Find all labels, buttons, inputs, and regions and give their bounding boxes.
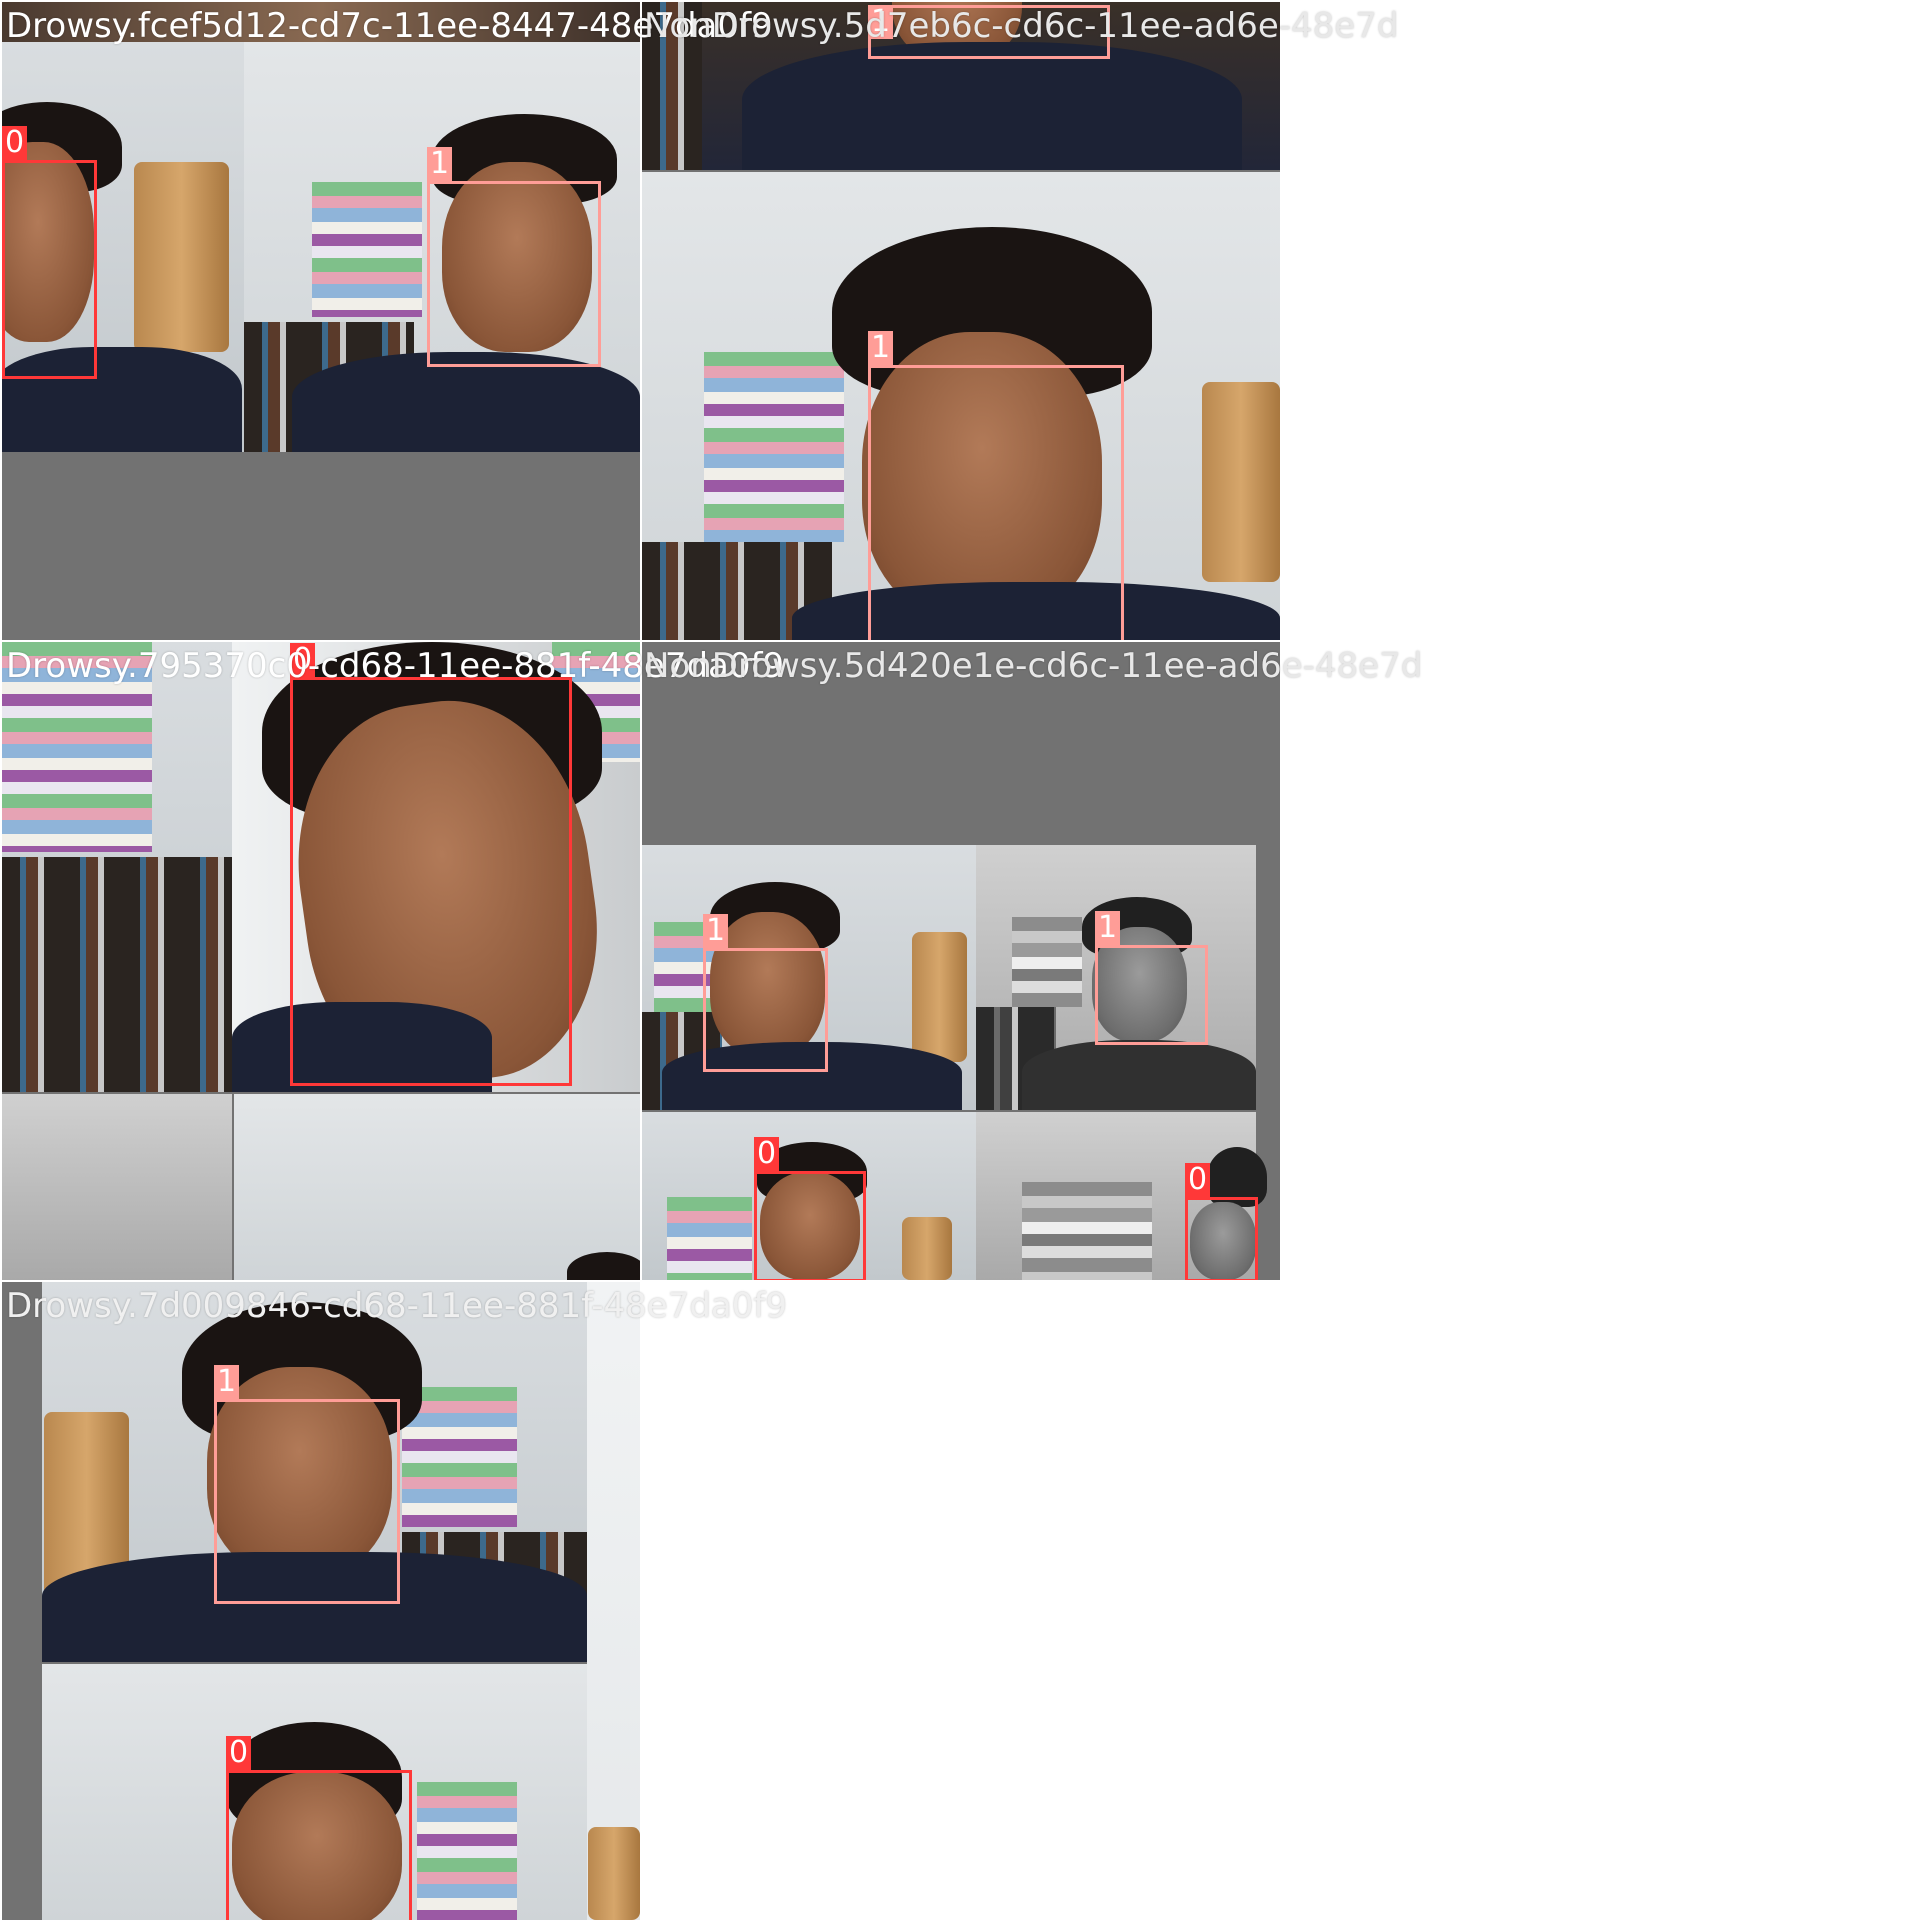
bounding-box-class-0 (1185, 1197, 1258, 1280)
bookshelf (2, 857, 232, 1092)
letterbox-padding (2, 1282, 42, 1920)
class-label-1: 1 (868, 331, 894, 365)
bounding-box-class-1 (427, 181, 601, 367)
class-label-0: 0 (754, 1137, 780, 1171)
bounding-box-class-1 (214, 1399, 400, 1604)
class-label-0: 0 (1185, 1163, 1211, 1197)
mosaic-tile-4: 1 1 0 0 (642, 642, 1280, 1280)
mosaic-tile-3: 0 (2, 642, 640, 1280)
bounding-box-class-1 (868, 365, 1124, 640)
photo-region (587, 1282, 640, 1920)
shirt (1022, 1040, 1256, 1110)
curtain (417, 1782, 517, 1920)
photo-region (234, 1094, 640, 1280)
curtain (312, 182, 422, 317)
bounding-box-class-0 (226, 1770, 412, 1920)
shirt (742, 42, 1242, 170)
mosaic-tile-5: 1 0 (2, 1282, 640, 1920)
class-label-0: 0 (2, 126, 28, 160)
curtain (1022, 1182, 1152, 1280)
class-label-1: 1 (214, 1365, 240, 1399)
door (588, 1827, 640, 1920)
door (134, 162, 229, 352)
class-label-0: 0 (226, 1736, 252, 1770)
bounding-box-class-0 (754, 1171, 866, 1280)
curtain (1012, 917, 1082, 1007)
detection-mosaic: 0 1 Drowsy.fcef5d12-cd7c-11ee-8447-48e7d… (0, 0, 1920, 1920)
image-filename: NonDrowsy.5d420e1e-cd6c-11ee-ad6e-48e7d (644, 646, 1423, 686)
door (1202, 382, 1280, 582)
bounding-box-class-1 (1095, 945, 1208, 1045)
curtain (704, 352, 844, 542)
photo-region (2, 1094, 232, 1280)
bounding-box-class-0 (2, 160, 97, 379)
bounding-box-class-1 (703, 948, 828, 1072)
bounding-box-class-0 (290, 677, 572, 1086)
letterbox-padding (2, 452, 640, 640)
mosaic-tile-1: 0 1 (2, 2, 640, 640)
mosaic-tile-2: 1 1 (642, 2, 1280, 640)
curtain (667, 1197, 752, 1280)
door (912, 932, 967, 1062)
class-label-1: 1 (1095, 911, 1121, 945)
image-filename: NonDrowsy.5d7eb6c-cd6c-11ee-ad6e-48e7d (644, 6, 1399, 46)
shirt (292, 352, 640, 452)
class-label-1: 1 (427, 147, 453, 181)
door (902, 1217, 952, 1280)
class-label-1: 1 (703, 914, 729, 948)
image-filename: Drowsy.7d009846-cd68-11ee-881f-48e7da0f9 (6, 1286, 788, 1326)
